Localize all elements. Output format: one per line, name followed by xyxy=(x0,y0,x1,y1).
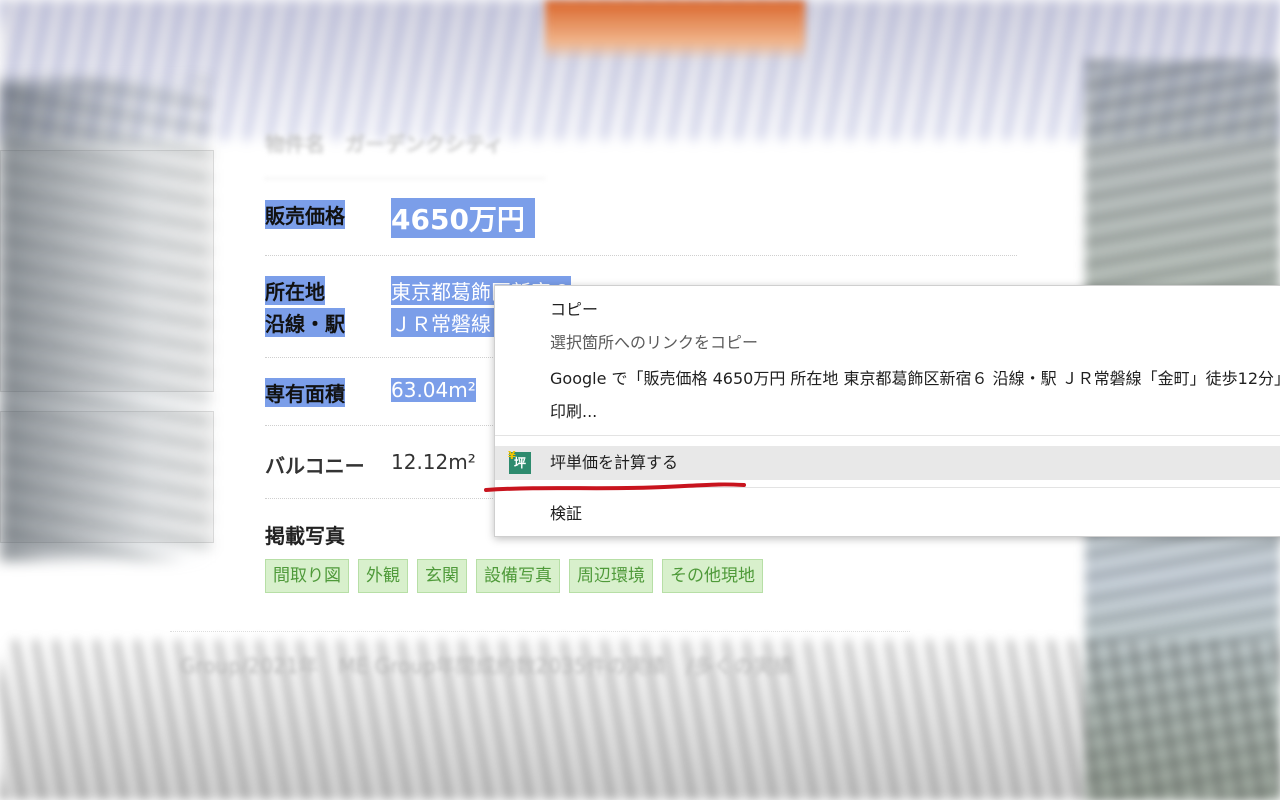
price-row: 販売価格 4650万円 xyxy=(265,178,1017,256)
blurred-left-photo xyxy=(0,80,210,560)
red-annotation-underline xyxy=(484,482,746,492)
menu-item-calculate-tsubo-price[interactable]: ¥ 坪 坪単価を計算する xyxy=(495,446,1280,480)
price-value: 4650万円 xyxy=(391,198,535,238)
menu-item-copy[interactable]: コピー xyxy=(495,294,1280,326)
photo-tag-surroundings[interactable]: 周辺環境 xyxy=(569,559,653,593)
footer-text: Group/2021年 ME Group年間成約数2035件の実績 /多くの実績 xyxy=(180,654,794,678)
menu-item-inspect[interactable]: 検証 xyxy=(495,498,1280,530)
photo-tag-entrance[interactable]: 玄関 xyxy=(417,559,467,593)
menu-item-label: 坪単価を計算する xyxy=(550,453,679,472)
location-label: 所在地 xyxy=(265,276,325,305)
context-menu: コピー 選択箇所へのリンクをコピー Google で「販売価格 4650万円 所… xyxy=(494,285,1280,537)
property-name-row: 物件名 ガーデンクシティ xyxy=(265,128,545,179)
menu-separator xyxy=(495,435,1280,436)
floor-area-value: 63.04m² xyxy=(391,378,476,402)
menu-item-print[interactable]: 印刷... xyxy=(495,396,1280,428)
photo-tag-exterior[interactable]: 外観 xyxy=(358,559,408,593)
line-station-label: 沿線・駅 xyxy=(265,308,345,337)
tsubo-calculator-icon: ¥ 坪 xyxy=(508,449,531,474)
menu-item-google-search[interactable]: Google で「販売価格 4650万円 所在地 東京都葛飾区新宿６ 沿線・駅 … xyxy=(495,363,1280,395)
balcony-value: 12.12m² xyxy=(391,450,476,474)
price-label: 販売価格 xyxy=(265,200,345,229)
photo-tag-floorplan[interactable]: 間取り図 xyxy=(265,559,349,593)
photo-tag-equipment[interactable]: 設備写真 xyxy=(476,559,560,593)
blurred-orange-banner xyxy=(545,0,805,60)
balcony-label: バルコニー xyxy=(265,454,365,478)
footer-divider xyxy=(170,631,910,632)
photo-tag-other[interactable]: その他現地 xyxy=(662,559,763,593)
floor-area-label: 専有面積 xyxy=(265,378,345,407)
yen-icon: ¥ xyxy=(508,449,516,462)
menu-item-copy-link-to-highlight[interactable]: 選択箇所へのリンクをコピー xyxy=(495,327,1280,359)
photos-heading: 掲載写真 xyxy=(265,524,345,548)
photo-tag-list: 間取り図 外観 玄関 設備写真 周辺環境 その他現地 xyxy=(265,559,763,593)
